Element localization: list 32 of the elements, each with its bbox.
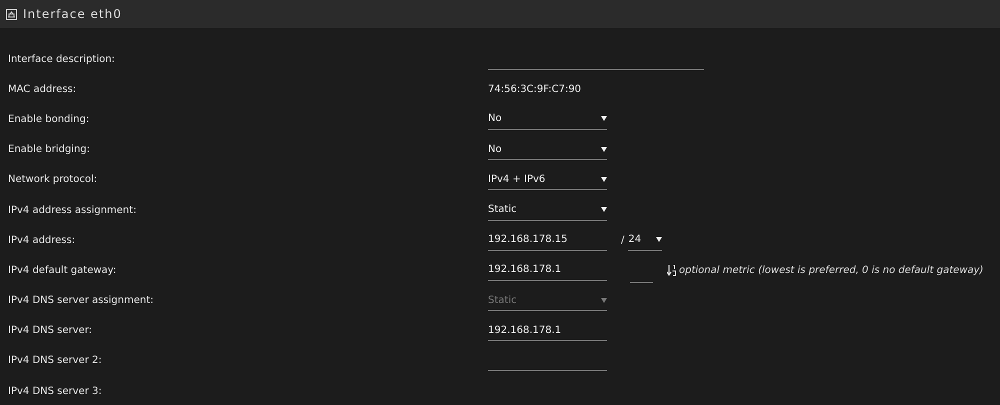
dropdown[interactable]: IPv4 + IPv6 — [488, 169, 607, 190]
metric-hint: optional metric (lowest is preferred, 0 is no default gateway) — [679, 264, 984, 276]
field-label: IPv4 address assignment: — [7, 204, 138, 216]
network-icon — [6, 8, 17, 20]
field-label: IPv4 DNS server 2: — [7, 355, 103, 366]
field-label: IPv4 DNS server assignment: — [7, 295, 155, 306]
separator: / — [621, 234, 624, 246]
input-field[interactable]: 192.168.178.1 — [488, 260, 607, 281]
caret-icon — [601, 146, 607, 152]
caret-icon — [601, 116, 607, 122]
field-label: IPv4 DNS server: — [7, 325, 93, 336]
dropdown[interactable]: Static — [488, 200, 607, 221]
field-label: IPv4 DNS server 3: — [7, 386, 103, 397]
field-label: IPv4 address: — [7, 234, 76, 246]
field-label: IPv4 default gateway: — [7, 264, 118, 276]
input-field[interactable]: 192.168.178.15 — [488, 230, 607, 251]
caret-icon — [601, 207, 607, 212]
field-label: Enable bonding: — [7, 114, 90, 125]
input-field[interactable]: 192.168.178.1 — [488, 320, 607, 342]
field-label: Network protocol: — [7, 174, 98, 186]
dropdown[interactable]: No — [488, 139, 607, 160]
field-label: Interface description: — [7, 54, 116, 65]
sort-numeric-icon — [667, 264, 676, 276]
caret-icon — [601, 298, 607, 303]
mac-address: 74:56:3C:9F:C7:90 — [488, 84, 582, 95]
dropdown[interactable]: 24 — [628, 230, 662, 251]
field-label: MAC address: — [7, 84, 78, 95]
caret-icon — [656, 237, 662, 242]
panel-title: Interface eth0 — [23, 7, 122, 21]
dropdown[interactable]: No — [488, 108, 607, 130]
caret-icon — [601, 176, 607, 182]
field-label: Enable bridging: — [7, 144, 92, 156]
